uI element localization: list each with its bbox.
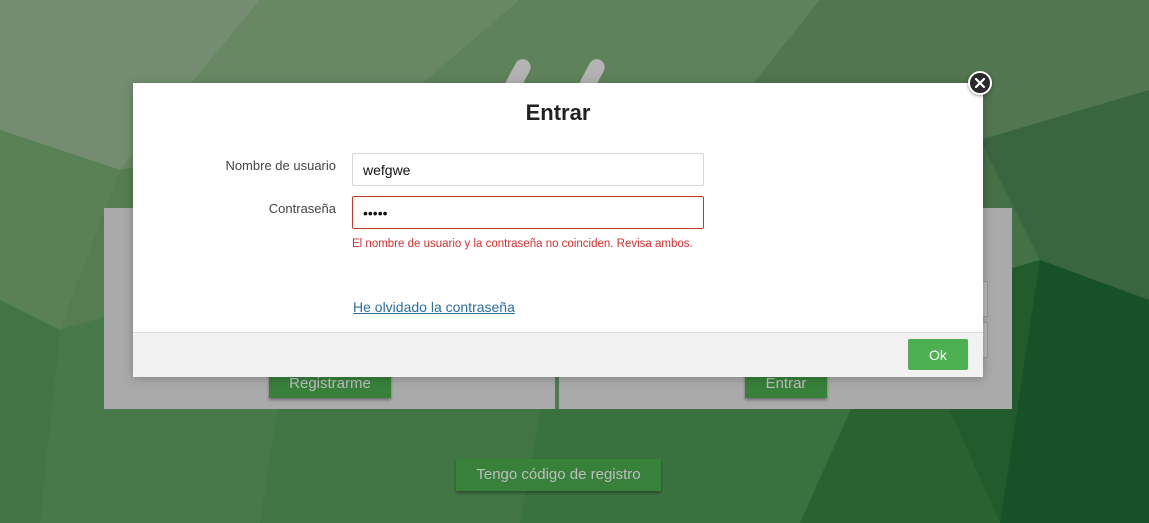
page: Registrarme Entrar Tengo código de regis… bbox=[0, 0, 1149, 523]
username-input[interactable] bbox=[352, 153, 704, 186]
username-label: Nombre de usuario bbox=[225, 158, 336, 173]
forgot-password-link[interactable]: He olvidado la contraseña bbox=[353, 299, 515, 315]
dialog-title: Entrar bbox=[525, 100, 591, 125]
login-dialog: Entrar Nombre de usuario Contraseña El n… bbox=[133, 83, 983, 377]
password-input[interactable] bbox=[352, 196, 704, 229]
password-label: Contraseña bbox=[268, 201, 336, 216]
close-icon bbox=[974, 77, 986, 89]
close-dialog-button[interactable] bbox=[968, 71, 992, 95]
login-error-message: El nombre de usuario y la contraseña no … bbox=[352, 238, 693, 250]
dialog-footer: Ok bbox=[133, 332, 983, 377]
ok-button[interactable]: Ok bbox=[908, 339, 968, 370]
